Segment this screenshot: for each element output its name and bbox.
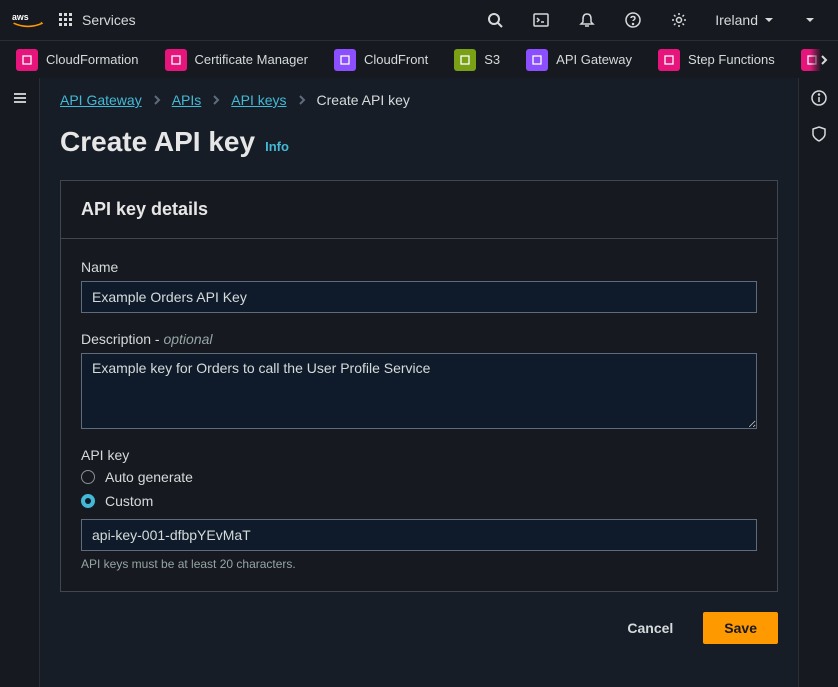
help-icon[interactable]: [617, 4, 649, 36]
search-icon[interactable]: [479, 4, 511, 36]
chevron-right-icon: [211, 95, 221, 105]
breadcrumb: API Gateway APIs API keys Create API key: [60, 92, 778, 108]
radio-icon: [81, 470, 95, 484]
apikey-helper-text: API keys must be at least 20 characters.: [81, 557, 757, 571]
service-shortcut-label: CloudFormation: [46, 52, 139, 67]
description-input[interactable]: [81, 353, 757, 429]
service-bar-scroll-right[interactable]: [810, 41, 838, 78]
service-icon: [526, 49, 548, 71]
radio-custom[interactable]: Custom: [81, 493, 757, 509]
save-button[interactable]: Save: [703, 612, 778, 644]
description-label: Description - optional: [81, 331, 757, 347]
breadcrumb-link-api-keys[interactable]: API keys: [231, 92, 286, 108]
chevron-right-icon: [297, 95, 307, 105]
service-shortcut[interactable]: CloudFront: [330, 47, 432, 73]
service-shortcut-label: Step Functions: [688, 52, 775, 67]
breadcrumb-link-api-gateway[interactable]: API Gateway: [60, 92, 142, 108]
services-label: Services: [82, 12, 136, 28]
caret-down-icon: [764, 15, 774, 25]
top-nav: aws Services Ireland: [0, 0, 838, 40]
right-rail: [798, 78, 838, 687]
service-icon: [165, 49, 187, 71]
name-label: Name: [81, 259, 757, 275]
cancel-button[interactable]: Cancel: [607, 612, 693, 644]
radio-auto-generate[interactable]: Auto generate: [81, 469, 757, 485]
account-menu[interactable]: [794, 4, 826, 36]
panel-header: API key details: [61, 181, 777, 239]
page-title: Create API key: [60, 126, 255, 158]
radio-icon: [81, 494, 95, 508]
breadcrumb-link-apis[interactable]: APIs: [172, 92, 202, 108]
left-rail: [0, 78, 40, 687]
service-shortcut-label: API Gateway: [556, 52, 632, 67]
aws-logo[interactable]: aws: [12, 10, 44, 30]
service-shortcut-bar: CloudFormation Certificate Manager CloudFr…: [0, 40, 838, 78]
custom-apikey-input[interactable]: [81, 519, 757, 551]
service-shortcut[interactable]: Step Functions: [654, 47, 779, 73]
service-icon: [334, 49, 356, 71]
radio-auto-label: Auto generate: [105, 469, 193, 485]
service-icon: [658, 49, 680, 71]
service-shortcut-label: Certificate Manager: [195, 52, 308, 67]
security-panel-icon[interactable]: [807, 122, 831, 146]
breadcrumb-current: Create API key: [317, 92, 410, 108]
service-shortcut-label: CloudFront: [364, 52, 428, 67]
action-row: Cancel Save: [60, 612, 778, 644]
notifications-icon[interactable]: [571, 4, 603, 36]
service-shortcut[interactable]: CloudFormation: [12, 47, 143, 73]
service-shortcut[interactable]: S3: [450, 47, 504, 73]
info-panel-icon[interactable]: [807, 86, 831, 110]
api-key-details-panel: API key details Name Description - optio…: [60, 180, 778, 592]
service-shortcut[interactable]: Certificate Manager: [161, 47, 312, 73]
radio-custom-label: Custom: [105, 493, 153, 509]
info-link[interactable]: Info: [265, 139, 289, 154]
svg-text:aws: aws: [12, 12, 29, 22]
service-shortcut[interactable]: API Gateway: [522, 47, 636, 73]
service-shortcut-label: S3: [484, 52, 500, 67]
settings-icon[interactable]: [663, 4, 695, 36]
region-label: Ireland: [715, 12, 758, 28]
apikey-label: API key: [81, 447, 757, 463]
chevron-right-icon: [152, 95, 162, 105]
cloudshell-icon[interactable]: [525, 4, 557, 36]
service-icon: [454, 49, 476, 71]
grid-icon: [58, 12, 74, 28]
main-content: API Gateway APIs API keys Create API key…: [40, 78, 798, 687]
region-selector[interactable]: Ireland: [709, 12, 780, 28]
hamburger-icon[interactable]: [8, 86, 32, 110]
name-input[interactable]: [81, 281, 757, 313]
service-icon: [16, 49, 38, 71]
services-menu[interactable]: Services: [58, 12, 136, 28]
